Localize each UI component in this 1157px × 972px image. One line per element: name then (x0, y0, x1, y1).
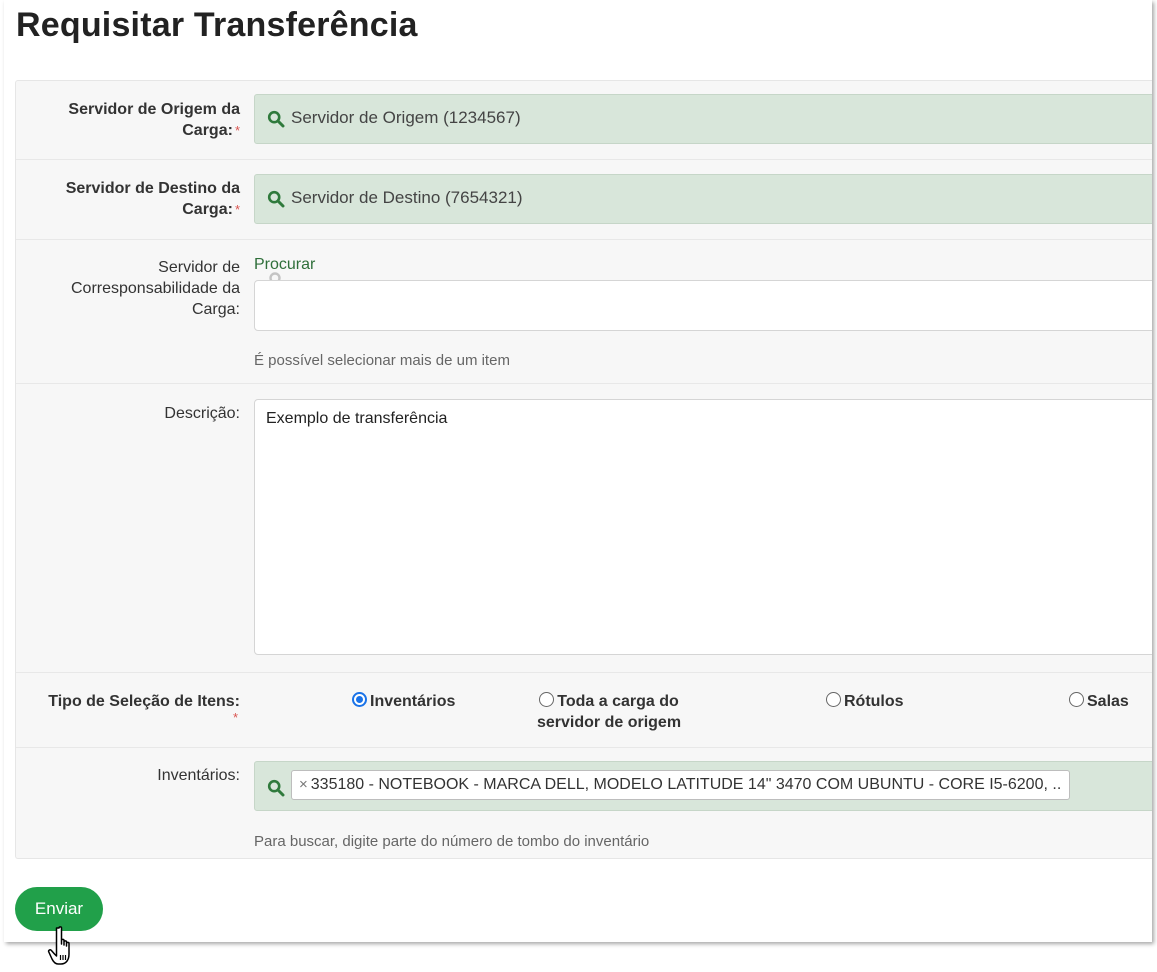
corresponsabilidade-hint: É possível selecionar mais de um item (254, 352, 510, 369)
origem-select[interactable]: Servidor de Origem (1234567) (254, 94, 1152, 144)
destino-label-line2: Carga: (182, 201, 233, 218)
radio-salas-label: Salas (1087, 693, 1129, 710)
corresp-label-line1: Servidor de (158, 259, 240, 276)
form-row-corresponsabilidade: Servidor de Corresponsabilidade da Carga… (16, 240, 1152, 384)
page-title: Requisitar Transferência (16, 6, 418, 44)
inventarios-label: Inventários: (157, 767, 240, 784)
radio-inventarios-label: Inventários (370, 693, 456, 710)
corresp-label-line3: Carga: (191, 301, 240, 318)
required-marker: * (234, 202, 240, 217)
form-row-origem: Servidor de Origem da Carga: * Servidor d… (16, 81, 1152, 160)
radio-button[interactable] (1069, 692, 1084, 707)
destino-select[interactable]: Servidor de Destino (7654321) (254, 174, 1152, 224)
radio-toda-carga[interactable]: Toda a carga do servidor de origem (537, 691, 681, 733)
remove-tag-icon[interactable]: × (299, 776, 308, 793)
destino-label-line1: Servidor de Destino da (65, 180, 240, 197)
radio-button-checked[interactable] (352, 692, 367, 707)
tipo-selecao-label: Tipo de Seleção de Itens: (48, 693, 240, 710)
form-row-descricao: Descrição: Exemplo de transferência (16, 384, 1152, 673)
descricao-label: Descrição: (164, 405, 240, 422)
inventarios-multiselect[interactable]: × 335180 - NOTEBOOK - MARCA DELL, MODELO … (254, 761, 1152, 811)
origem-label-line1: Servidor de Origem da (68, 101, 240, 118)
origem-value: Servidor de Origem (1234567) (291, 108, 521, 127)
selected-item-text: 335180 - NOTEBOOK - MARCA DELL, MODELO L… (310, 776, 1062, 793)
radio-inventarios[interactable]: Inventários (352, 691, 455, 712)
origem-label-line2: Carga: (182, 122, 233, 139)
corresponsabilidade-input[interactable] (254, 280, 1152, 331)
inventarios-hint: Para buscar, digite parte do número de t… (254, 833, 650, 850)
required-marker: * (234, 123, 240, 138)
required-marker: * (233, 710, 239, 725)
radio-button[interactable] (826, 692, 841, 707)
radio-rotulos[interactable]: Rótulos (826, 691, 904, 712)
radio-toda-carga-label-line1: Toda a carga do (557, 693, 679, 710)
origem-label: Servidor de Origem da Carga: * (30, 99, 240, 141)
corresp-label-line2: Corresponsabilidade da (71, 280, 240, 297)
search-icon (267, 779, 285, 797)
radio-rotulos-label: Rótulos (844, 693, 904, 710)
search-icon (267, 110, 285, 128)
selected-item-tag: × 335180 - NOTEBOOK - MARCA DELL, MODELO … (291, 770, 1071, 800)
transfer-form: Servidor de Origem da Carga: * Servidor d… (15, 80, 1152, 859)
page-container: Requisitar Transferência Servidor de Ori… (4, 0, 1152, 942)
form-row-tipo-selecao: Tipo de Seleção de Itens: * Inventários … (16, 673, 1152, 748)
destino-value: Servidor de Destino (7654321) (291, 188, 523, 207)
hand-cursor-icon (47, 926, 70, 965)
destino-label: Servidor de Destino da Carga: * (30, 178, 240, 220)
form-row-destino: Servidor de Destino da Carga: * Servidor … (16, 160, 1152, 240)
form-row-inventarios: Inventários: × 335180 - NOTEBOOK - MARCA … (16, 748, 1152, 858)
radio-salas[interactable]: Salas (1069, 691, 1129, 712)
radio-button[interactable] (539, 692, 555, 707)
radio-toda-carga-label-line2: servidor de origem (537, 714, 682, 731)
corresponsabilidade-label: Servidor de Corresponsabilidade da Carga… (30, 257, 240, 320)
descricao-textarea[interactable]: Exemplo de transferência (254, 399, 1152, 655)
search-icon (267, 190, 285, 208)
